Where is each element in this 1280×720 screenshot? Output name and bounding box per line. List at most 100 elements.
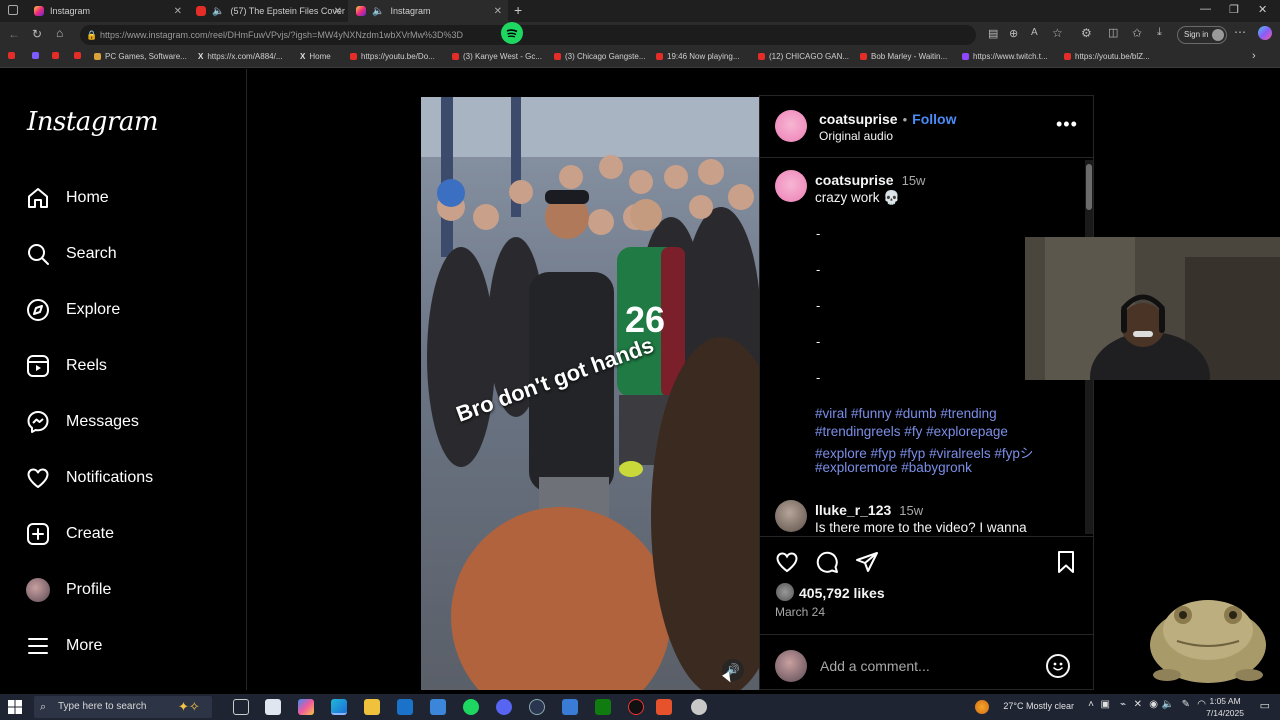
avatar[interactable] (775, 500, 807, 532)
zoom-icon[interactable]: ⊕ (1009, 27, 1018, 40)
tab-instagram-active[interactable]: 🔈 Instagram ✕ (348, 0, 508, 22)
pen-icon[interactable]: ✎ (1182, 699, 1190, 710)
app-icon[interactable] (628, 699, 644, 715)
notifications-icon[interactable]: ▭ (1260, 699, 1270, 712)
sidebar-item-profile[interactable]: Profile (26, 578, 111, 602)
bookmark-item[interactable]: X Home (300, 52, 331, 61)
instagram-logo[interactable]: Instagram (27, 107, 159, 137)
edge-icon[interactable] (331, 699, 347, 715)
like-button[interactable] (775, 550, 799, 579)
microphone-icon[interactable]: ◉ (1149, 699, 1158, 710)
app-icon[interactable] (529, 699, 545, 715)
bookmark-item[interactable]: (3) Kanye West - Gc... (452, 52, 542, 61)
bookmark-item[interactable]: Bob Marley - Waitin... (860, 52, 947, 61)
sidebar-item-search[interactable]: Search (26, 242, 117, 266)
copilot-icon[interactable] (1258, 26, 1272, 40)
speaker-icon[interactable]: 🔈 (1162, 699, 1174, 710)
sign-in-button[interactable]: Sign in (1177, 26, 1227, 44)
back-icon[interactable]: ← (8, 27, 20, 41)
read-aloud-icon[interactable]: A (1031, 27, 1038, 38)
chevron-right-icon[interactable]: › (1252, 50, 1256, 62)
bookmark-item[interactable]: Xhttps://x.com/A884/... (198, 52, 283, 61)
discord-icon[interactable] (496, 699, 512, 715)
reading-view-icon[interactable]: ▤ (988, 27, 998, 40)
sidebar-item-reels[interactable]: Reels (26, 354, 107, 378)
clock[interactable]: 1:05 AM 7/14/2025 (1206, 695, 1244, 719)
chevron-up-icon[interactable]: ˄ (1088, 699, 1094, 710)
tab-youtube[interactable]: 🔈 (57) The Epstein Files Cover ✕ (188, 0, 348, 22)
spotify-icon[interactable] (463, 699, 479, 715)
task-view-icon[interactable] (233, 699, 249, 715)
author-username[interactable]: coatsuprise (819, 111, 898, 127)
taskbar-search-input[interactable]: ⌕ Type here to search ✦✧ (34, 696, 212, 718)
more-options-icon[interactable]: ⋯ (1234, 25, 1246, 39)
comment-username[interactable]: lluke_r_123 (815, 502, 891, 518)
bookmark-youtube-icon[interactable] (74, 52, 81, 59)
avatar[interactable] (775, 110, 807, 142)
split-screen-icon[interactable]: ◫ (1108, 26, 1118, 39)
windows-start-icon[interactable] (8, 700, 22, 714)
wifi-icon[interactable]: ◠ (1197, 699, 1206, 710)
comment-button[interactable] (815, 550, 839, 579)
app-icon[interactable] (562, 699, 578, 715)
mute-icon[interactable]: ✕ (1134, 699, 1142, 710)
hashtag-line[interactable]: #viral #funny #dumb #trending (815, 406, 997, 421)
minimize-button[interactable]: — (1200, 3, 1211, 15)
app-icon[interactable] (691, 699, 707, 715)
bookmark-item[interactable]: https://www.twitch.t... (962, 52, 1048, 61)
new-tab-button[interactable]: + (514, 2, 522, 18)
liker-avatar[interactable] (776, 583, 794, 601)
hashtag-line[interactable]: #trendingreels #fy #explorepage (815, 424, 1008, 439)
original-audio-link[interactable]: Original audio (819, 129, 893, 143)
maximize-button[interactable]: ❐ (1229, 3, 1239, 16)
share-button[interactable] (855, 550, 879, 579)
sidebar-item-messages[interactable]: Messages (26, 410, 139, 434)
emoji-icon[interactable] (1046, 654, 1070, 678)
bookmark-item[interactable]: 19:46 Now playing... (656, 52, 740, 61)
comment-time[interactable]: 15w (899, 503, 923, 518)
downloads-icon[interactable]: ⤓ (1157, 26, 1162, 39)
more-options-icon[interactable]: ••• (1056, 114, 1078, 135)
sidebar-item-explore[interactable]: Explore (26, 298, 120, 322)
reel-video[interactable]: 26 Bro don't got hands 🔊 (421, 97, 759, 690)
save-button[interactable] (1054, 550, 1078, 579)
close-tab-icon[interactable]: ✕ (174, 6, 182, 17)
store-icon[interactable] (265, 699, 281, 715)
refresh-icon[interactable]: ↻ (32, 27, 42, 41)
favorite-star-icon[interactable]: ☆ (1052, 26, 1063, 40)
extensions-icon[interactable]: ⚙ (1081, 26, 1092, 40)
copilot-icon[interactable] (298, 699, 314, 715)
bookmark-item[interactable]: PC Games, Software... (94, 52, 187, 61)
bookmark-purple-icon[interactable] (32, 52, 39, 59)
favorites-icon[interactable]: ✩ (1132, 26, 1142, 40)
network-icon[interactable]: ⌁ (1120, 699, 1126, 710)
avatar[interactable] (775, 170, 807, 202)
bookmark-item[interactable]: (3) Chicago Gangste... (554, 52, 645, 61)
close-tab-icon[interactable]: ✕ (334, 6, 342, 17)
scrollbar-thumb[interactable] (1086, 164, 1092, 210)
app-icon[interactable] (656, 699, 672, 715)
bookmark-item[interactable]: https://youtu.be/Do... (350, 52, 435, 61)
window-close-button[interactable]: ✕ (1258, 3, 1267, 16)
weather-text[interactable]: 27°C Mostly clear (1003, 701, 1074, 711)
hashtag-line[interactable]: #exploremore #babygronk (815, 460, 972, 475)
bookmark-item[interactable]: (12) CHICAGO GAN... (758, 52, 849, 61)
tab-instagram-1[interactable]: Instagram ✕ (26, 0, 188, 22)
caption-time[interactable]: 15w (902, 173, 926, 188)
post-date[interactable]: March 24 (775, 605, 825, 619)
spotify-icon[interactable] (501, 22, 523, 44)
tab-actions-icon[interactable] (8, 5, 18, 15)
caption-username[interactable]: coatsuprise (815, 172, 894, 188)
weather-icon[interactable] (975, 700, 989, 714)
sidebar-item-notifications[interactable]: Notifications (26, 466, 153, 490)
outlook-icon[interactable] (397, 699, 413, 715)
close-tab-icon[interactable]: ✕ (494, 6, 502, 17)
bookmark-youtube-icon[interactable] (8, 52, 15, 59)
bookmark-youtube-icon[interactable] (52, 52, 59, 59)
file-explorer-icon[interactable] (364, 699, 380, 715)
bookmark-item[interactable]: https://youtu.be/blZ... (1064, 52, 1150, 61)
likes-count[interactable]: 405,792 likes (799, 585, 885, 601)
add-comment-input[interactable]: Add a comment... (820, 658, 1040, 674)
hashtag-line[interactable]: #explore #fyp #fyp #viralreels #fypシ (815, 442, 1033, 462)
xbox-icon[interactable] (595, 699, 611, 715)
